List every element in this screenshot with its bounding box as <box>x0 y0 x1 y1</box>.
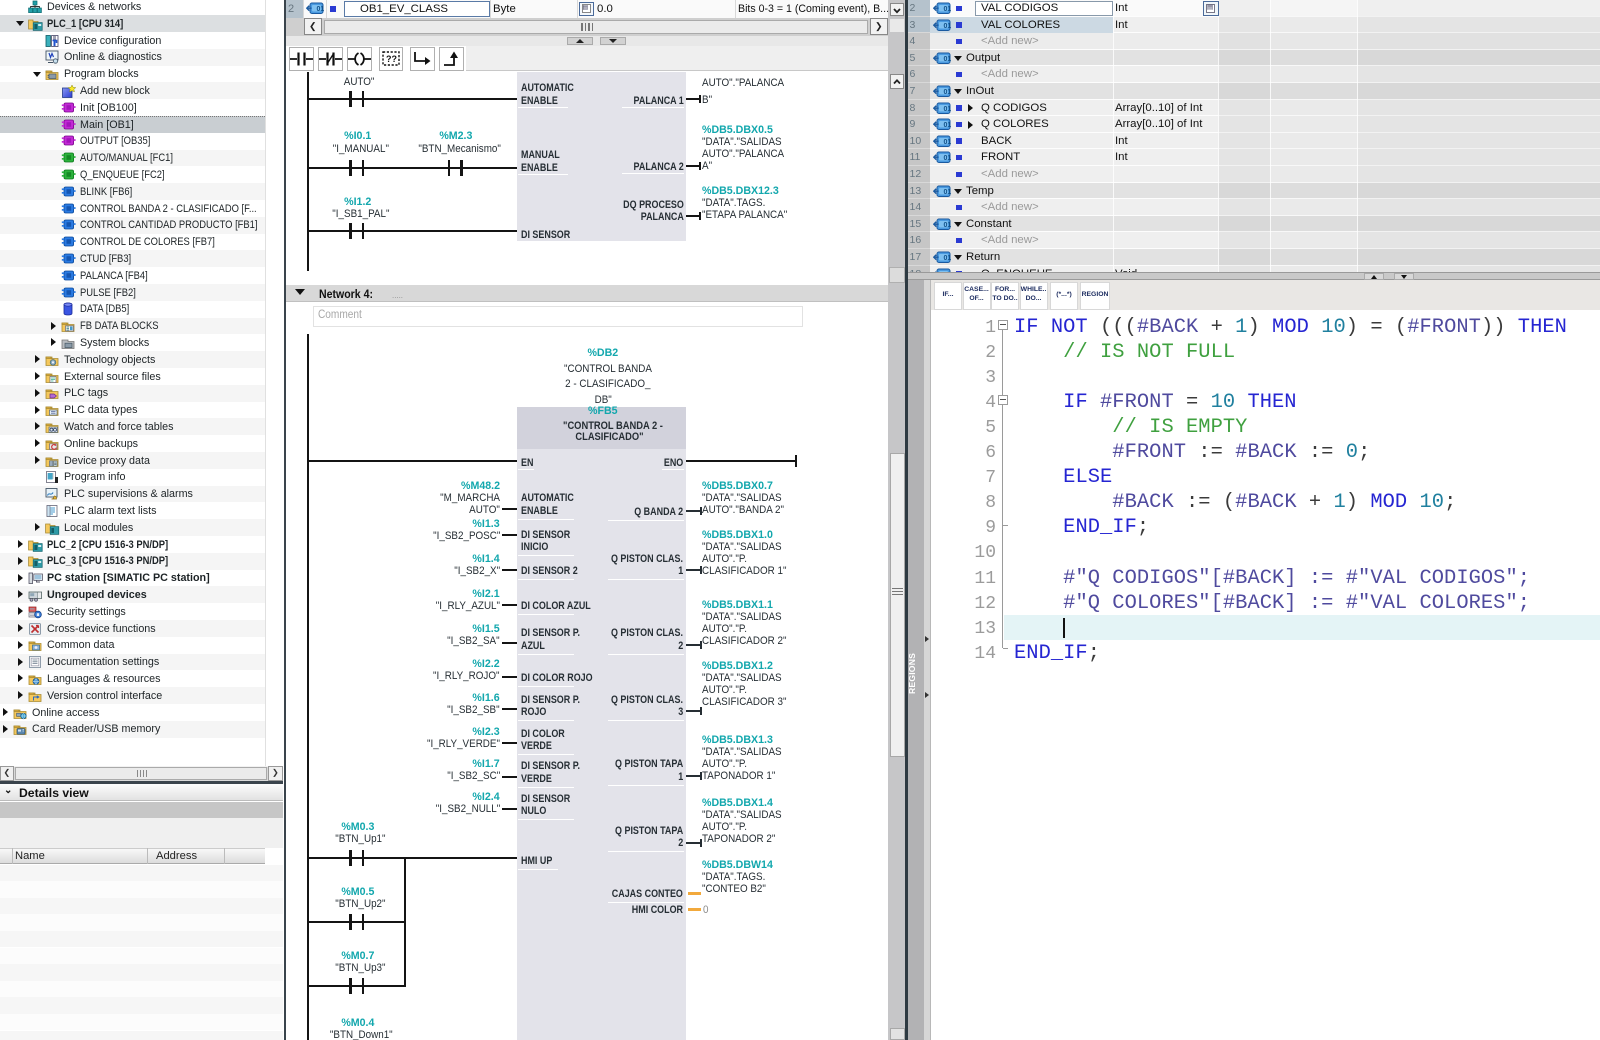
svg-text:01: 01 <box>944 139 952 146</box>
svg-text:01: 01 <box>944 89 952 96</box>
svg-text:01: 01 <box>944 6 952 13</box>
svg-text:01: 01 <box>944 155 952 162</box>
svg-text:01: 01 <box>317 6 325 13</box>
svg-text:01: 01 <box>944 106 952 113</box>
svg-text:01: 01 <box>944 255 952 262</box>
svg-text:??: ?? <box>386 54 397 64</box>
svg-text:01: 01 <box>944 222 952 229</box>
svg-text:01: 01 <box>944 56 952 63</box>
svg-text:01: 01 <box>944 189 952 196</box>
svg-text:01: 01 <box>944 23 952 30</box>
svg-text:01: 01 <box>944 122 952 129</box>
